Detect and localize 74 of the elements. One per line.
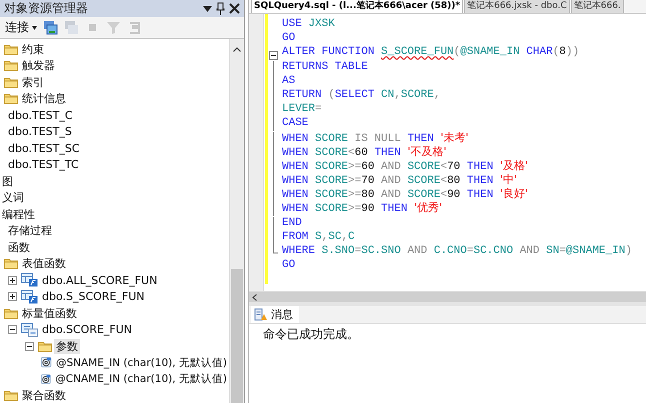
tree-item[interactable]: 统计信息 [20,91,68,106]
tree-item[interactable]: 聚合函数 [20,388,68,403]
connect-icon[interactable] [43,20,58,35]
scrollbar[interactable] [229,39,244,403]
expand-icon[interactable] [8,292,17,302]
tree-item[interactable]: @SNAME_IN (char(10), 无默认值) [54,356,229,370]
tree-item[interactable]: dbo.ALL_SCORE_FUN [40,274,160,287]
tree-item[interactable]: dbo.TEST_S [6,125,74,138]
code-line: GO [282,258,296,272]
tree-item[interactable]: dbo.TEST_TC [6,158,81,172]
code-line: WHERE S.SNO=SC.SNO AND C.CNO=SC.CNO AND SN=@SNAME_IN) [282,244,633,258]
expand-icon[interactable] [8,276,17,285]
code-line: WHEN SCORE>=70 AND SCORE<80 THEN '中' [282,173,518,188]
folder-icon [4,44,18,55]
tree-item[interactable]: 索引 [20,74,46,90]
scroll-up-icon[interactable] [233,47,241,52]
code-line: USE JXSK [282,17,336,32]
tree-item[interactable]: 参数 [54,338,80,354]
folder-icon [4,390,18,402]
tree-item[interactable]: 触发器 [20,58,57,74]
folder-icon [4,258,18,270]
scalar-function-icon [21,322,38,337]
panel-title: 对象资源管理器 [4,0,89,17]
messages-tab[interactable]: 消息 [251,306,299,323]
tree-item[interactable]: dbo.TEST_C [6,108,75,122]
code-line: AS [282,74,296,88]
close-icon[interactable] [229,3,240,14]
code-line: GO [282,31,296,46]
caret-icon [32,26,37,30]
code-line: ALTER FUNCTION S_SCORE_FUN(@SNAME_IN CHAR(8)) [282,45,580,60]
tree-item[interactable]: dbo.S_SCORE_FUN [40,290,147,304]
collapse-icon[interactable] [269,51,278,60]
code-line: WHEN SCORE<60 THEN '不及格' [282,144,448,159]
scroll-left-icon[interactable] [252,294,257,300]
code-line: RETURNS TABLE [282,60,369,74]
code-line: WHEN SCORE IS NULL THEN '未考' [282,130,470,145]
message-text: 命令已成功完成。 [262,326,360,343]
editor-tab[interactable]: SQLQuery4.sql - (l...笔记本666\acer (58))* [251,0,464,13]
folder-icon [4,308,18,319]
dropdown-icon[interactable] [203,6,212,12]
tree-item[interactable]: 约束 [20,42,46,57]
code-line: END [282,216,303,230]
tree-item[interactable]: dbo.TEST_SC [6,142,82,155]
tree-item[interactable]: 存储过程 [6,223,54,238]
code-line: WHEN SCORE>=80 AND SCORE<90 THEN '良好' [282,187,529,202]
editor-tab[interactable]: 笔记本666. [570,0,624,13]
tree-item[interactable]: 义词 [0,190,26,206]
code-line: CASE [282,116,310,130]
pin-icon[interactable] [216,2,225,15]
code-line: FROM S,SC,C [282,230,356,244]
tree-item[interactable]: 编程性 [0,206,37,222]
folder-icon [4,76,18,88]
folder-icon [4,60,18,72]
folder-icon [4,93,18,104]
connect-button[interactable]: 连接 [5,19,37,36]
folder-icon [38,340,52,352]
code-line: WHEN SCORE>=90 THEN '优秀' [282,201,444,216]
tree-item[interactable]: 表值函数 [20,256,68,272]
function-icon [21,273,38,288]
code-line: RETURN (SELECT CN,SCORE, [282,88,442,102]
tree-item[interactable]: @CNAME_IN (char(10), 无默认值) [53,372,229,386]
code-line: LEVER= [282,102,323,116]
collapse-icon[interactable] [25,342,34,351]
function-icon [21,290,38,304]
message-icon [254,308,267,321]
editor-tab[interactable]: 笔记本666.jxsk - dbo.C [464,0,570,13]
parameter-icon [41,372,52,387]
collapse-icon[interactable] [8,325,17,334]
horizontal-scrollbar[interactable] [249,291,646,302]
tree-item[interactable]: 标量值函数 [20,306,79,321]
tree-item[interactable]: dbo.SCORE_FUN [40,323,134,336]
tree-item[interactable]: 图 [0,174,15,189]
code-line: WHEN SCORE>=60 AND SCORE<70 THEN '及格' [282,158,529,174]
tree-item[interactable]: 函数 [6,240,32,255]
